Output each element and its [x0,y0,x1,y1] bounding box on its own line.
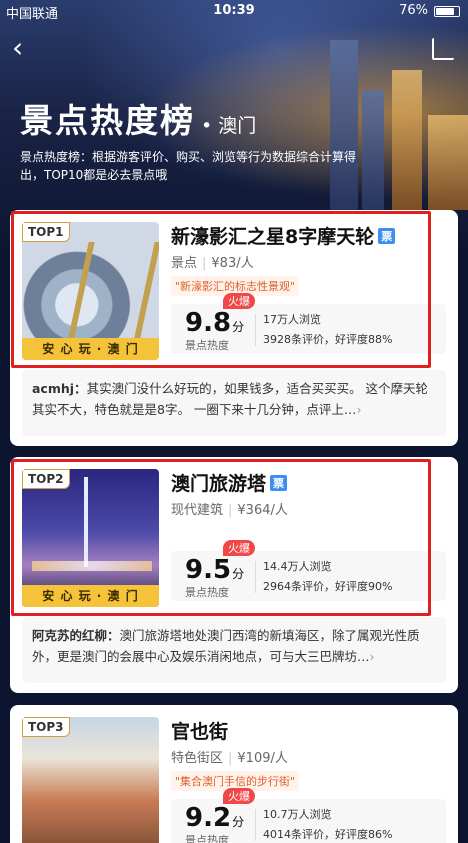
score-panel: 火爆 9.2分 景点热度 10.7万人浏览 4014条评价，好评度86% [171,788,446,843]
building-decoration [330,40,358,210]
price-label: ¥109/人 [237,751,288,766]
back-chevron-icon[interactable]: ‹ [12,34,36,62]
hot-badge: 火爆 [223,788,255,804]
attraction-name[interactable]: 官也街 [171,717,228,744]
score-value: 9.2分 [185,803,244,833]
reviews-summary: 4014条评价，好评度86% [263,828,393,841]
comment-text: 其实澳门没什么好玩的，如果钱多，适合买买买。 这个摩天轮其实不大，特色就是是8字… [32,381,429,417]
rank-badge: TOP3 [22,717,70,737]
comment-user: acmhj： [32,381,87,396]
attraction-meta: 特色街区 | ¥109/人 [171,751,288,766]
category-label: 特色街区 [171,751,224,766]
attraction-thumbnail[interactable]: TOP3 [22,717,159,843]
views-count: 10.7万人浏览 [263,808,332,821]
chevron-right-icon: › [356,402,362,417]
featured-comment[interactable]: acmhj：其实澳门没什么好玩的，如果钱多，适合买买买。 这个摩天轮其实不大，特… [22,370,446,436]
featured-comment[interactable]: 阿克苏的红柳：澳门旅游塔地处澳门西湾的新填海区，除了属观光性质外，更是澳门的会展… [22,617,446,683]
comment-user: 阿克苏的红柳： [32,628,120,643]
divider [255,809,256,841]
page-title-text: 景点热度榜 [20,101,195,140]
status-bar: 中国联通 10:39 76% [0,0,468,22]
highlight-box [11,211,431,368]
page-description: 景点热度榜：根据游客评价、购买、浏览等行为数据综合计算得出，TOP10都是必去景… [20,150,357,182]
ranking-card-3[interactable]: TOP3 官也街 特色街区 | ¥109/人 "集合澳门手信的步行街" 火爆 9.2… [10,705,458,843]
score-unit: 分 [232,815,245,829]
clock: 10:39 [213,3,255,18]
location-label: • 澳门 [201,115,257,137]
heat-label: 景点热度 [185,834,229,843]
chevron-right-icon: › [369,649,375,664]
score-number: 9.2 [185,803,232,833]
highlight-box [11,459,431,616]
share-icon[interactable] [432,38,454,60]
building-decoration [392,70,422,210]
battery-icon [434,6,460,17]
page-title: 景点热度榜 • 澳门 [20,94,256,142]
battery-percent: 76% [399,3,428,18]
building-decoration [428,115,468,210]
